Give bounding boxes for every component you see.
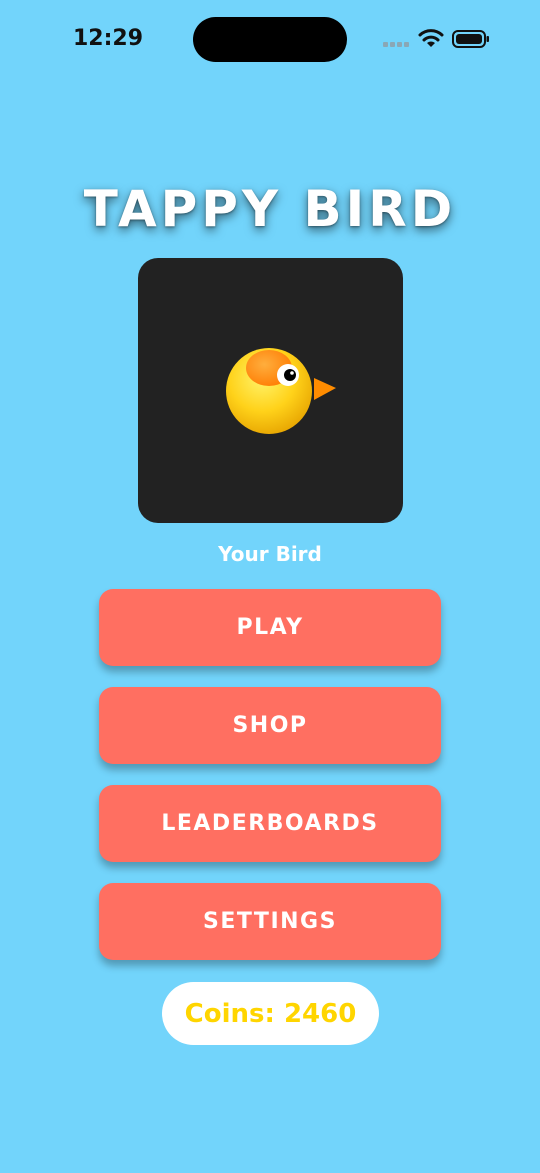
dynamic-island [193,17,347,62]
coins-text: Coins: 2460 [184,998,357,1029]
shop-button[interactable]: SHOP [99,687,441,764]
coins-badge: Coins: 2460 [162,982,379,1045]
bird-label: Your Bird [218,542,322,566]
game-title: TAPPY BIRD [83,180,457,238]
shop-button-label: SHOP [232,713,308,738]
status-time: 12:29 [73,26,144,51]
play-button[interactable]: PLAY [99,589,441,666]
battery-icon [452,30,489,48]
leaderboards-button[interactable]: LEADERBOARDS [99,785,441,862]
wifi-icon [418,29,444,47]
play-button-label: PLAY [236,615,304,640]
settings-button[interactable]: SETTINGS [99,883,441,960]
leaderboards-button-label: LEADERBOARDS [161,811,379,836]
settings-button-label: SETTINGS [203,909,337,934]
bird-icon [226,348,336,434]
cellular-signal-icon [383,42,409,47]
bird-preview-card [138,258,403,523]
